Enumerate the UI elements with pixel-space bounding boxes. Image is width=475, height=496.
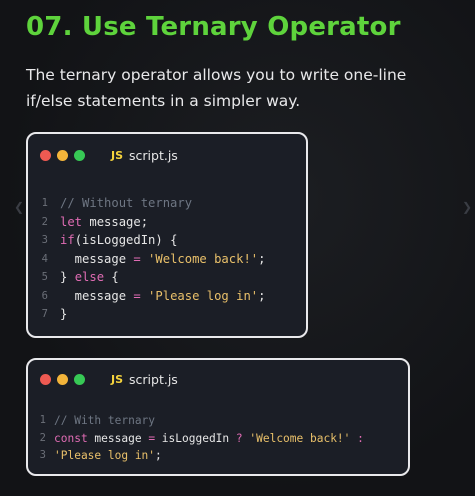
line-number: 4 — [41, 252, 48, 265]
js-file-icon: JS — [111, 148, 124, 162]
code-token: // Without ternary — [60, 196, 193, 210]
line-number: 6 — [41, 289, 48, 302]
close-dot-icon — [40, 149, 51, 161]
code-token: 'Please log in' — [140, 288, 259, 303]
code-token: message; — [89, 214, 149, 229]
code-token: = — [133, 288, 141, 303]
close-dot-icon — [40, 373, 51, 385]
code-line: 4 message = 'Welcome back!'; — [28, 250, 306, 269]
code-token: ; — [258, 288, 266, 303]
code-text: if(isLoggedIn) { — [60, 231, 177, 250]
code-token: (isLoggedIn) { — [74, 233, 178, 247]
code-token: 'Welcome back!' — [140, 251, 259, 266]
line-number: 1 — [39, 414, 46, 426]
code-token: // With ternary — [54, 414, 156, 427]
file-tab[interactable]: JS script.js — [111, 148, 178, 163]
code-token: 'Welcome back!' — [242, 431, 358, 445]
code-text: const message = isLoggedIn ? 'Welcome ba… — [54, 430, 364, 448]
page-title: 07. Use Ternary Operator — [26, 12, 401, 42]
minimize-dot-icon — [57, 149, 68, 161]
code-text: } — [60, 305, 67, 324]
code-token: message — [94, 431, 149, 445]
code-text: // With ternary — [54, 412, 155, 430]
code-line: 2 const message = isLoggedIn ? 'Welcome b… — [28, 430, 408, 448]
maximize-dot-icon — [74, 149, 85, 161]
code-token: ; — [258, 251, 266, 266]
code-token: : — [357, 431, 364, 445]
code-token: else — [74, 270, 105, 284]
code-line: 3 if(isLoggedIn) { — [28, 231, 306, 250]
file-tab[interactable]: JS script.js — [111, 372, 178, 387]
code-text: let message; — [60, 213, 148, 232]
code-token: let — [60, 214, 90, 229]
code-line: 6 message = 'Please log in'; — [28, 287, 306, 306]
file-name: script.js — [129, 371, 178, 387]
code-token: message — [60, 251, 134, 266]
code-block: 1 // With ternary 2 const message = isLogge… — [28, 412, 408, 465]
line-number: 7 — [41, 308, 48, 320]
window-titlebar: JS script.js — [40, 146, 178, 164]
code-line: 1 // With ternary — [28, 412, 408, 430]
line-number: 2 — [41, 215, 48, 228]
code-block: 1 // Without ternary 2 let message; 3 if(isLo… — [28, 194, 306, 324]
code-token: } — [60, 307, 68, 321]
maximize-dot-icon — [74, 373, 85, 385]
code-token: if — [60, 233, 75, 247]
js-file-icon: JS — [111, 372, 124, 386]
line-number: 5 — [41, 271, 48, 283]
code-text: 'Please log in'; — [54, 447, 162, 465]
code-line: 5} else { — [28, 268, 306, 287]
code-token: 'Please log in' — [54, 449, 156, 462]
line-number: 3 — [39, 449, 46, 461]
code-line: 2 let message; — [28, 213, 306, 232]
code-window-without-ternary: JS script.js 1 // Without ternary 2 let mes… — [26, 132, 308, 338]
code-window-with-ternary: JS script.js 1 // With ternary 2 const mess… — [26, 358, 410, 476]
code-text: message = 'Please log in'; — [60, 287, 266, 306]
code-line: 7} — [28, 305, 306, 324]
code-token: } — [60, 270, 75, 284]
code-token: message — [60, 288, 134, 303]
code-token: { — [104, 270, 119, 284]
window-titlebar: JS script.js — [40, 370, 178, 388]
line-number: 2 — [39, 431, 46, 444]
minimize-dot-icon — [57, 373, 68, 385]
page-description: The ternary operator allows you to write… — [26, 66, 407, 110]
file-name: script.js — [129, 147, 178, 163]
code-text: } else { — [60, 268, 119, 287]
code-token: = — [133, 251, 141, 266]
code-text: message = 'Welcome back!'; — [60, 250, 266, 269]
code-token: ? — [235, 431, 243, 445]
chevron-left-icon[interactable]: ❮ — [14, 200, 24, 214]
code-text: // Without ternary — [60, 194, 192, 213]
code-token: isLoggedIn — [155, 431, 236, 445]
line-number: 3 — [41, 234, 48, 246]
code-token: const — [54, 431, 95, 445]
line-number: 1 — [41, 197, 48, 209]
code-token: ; — [155, 449, 162, 462]
code-line: 3 'Please log in'; — [28, 447, 408, 465]
chevron-right-icon[interactable]: ❯ — [462, 200, 472, 214]
code-line: 1 // Without ternary — [28, 194, 306, 213]
